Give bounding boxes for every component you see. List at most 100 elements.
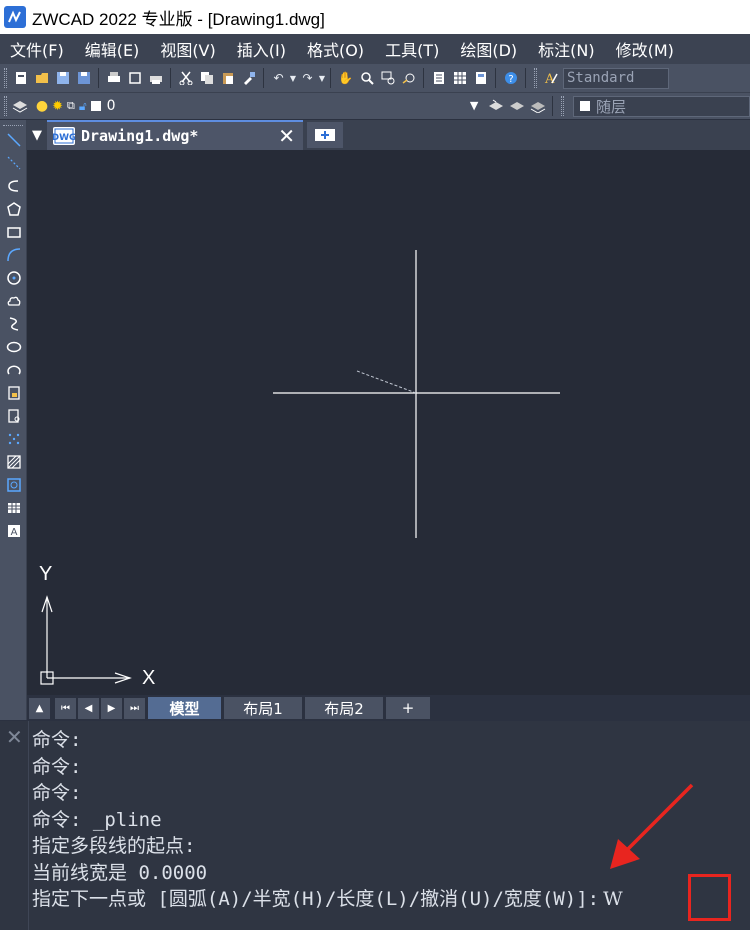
command-prompt-line[interactable]: 指定下一点或 [圆弧(A)/半宽(H)/长度(L)/撤消(U)/宽度(W)]: W <box>32 886 747 913</box>
make-current-layer-icon[interactable] <box>485 96 506 117</box>
next-tab-icon[interactable]: ▶ <box>101 697 122 719</box>
new-tab-button[interactable] <box>307 122 343 148</box>
layer-color-swatch <box>90 101 101 111</box>
help-icon[interactable]: ? <box>500 68 521 89</box>
first-tab-icon[interactable]: ⏮ <box>55 697 76 719</box>
undo-dropdown-icon[interactable]: ▼ <box>289 74 297 83</box>
design-center-icon[interactable] <box>449 68 470 89</box>
viewport-freeze-icon[interactable]: ⧉ <box>67 99 75 113</box>
text-style-icon[interactable]: A <box>540 68 561 89</box>
hatch-tool-icon[interactable] <box>0 450 27 473</box>
crosshair-cursor <box>273 250 560 538</box>
svg-text:A: A <box>544 72 555 85</box>
menu-tools[interactable]: 工具(T) <box>375 37 450 61</box>
document-tab-strip: ▼ DWG Drawing1.dwg* ✕ <box>27 120 750 150</box>
line-tool-icon[interactable] <box>0 128 27 151</box>
toolbar-grip[interactable] <box>4 68 7 88</box>
add-layout-button[interactable]: + <box>386 697 430 719</box>
menu-modify[interactable]: 修改(M) <box>606 37 685 61</box>
open-folder-icon[interactable] <box>31 68 52 89</box>
table-tool-icon[interactable] <box>0 496 27 519</box>
close-command-window-icon[interactable]: ✕ <box>6 727 23 747</box>
menu-dimension[interactable]: 标注(N) <box>528 37 605 61</box>
polygon-tool-icon[interactable] <box>0 197 27 220</box>
zwcad-logo-icon <box>4 6 26 28</box>
toolbar-grip[interactable] <box>4 96 7 116</box>
tab-model[interactable]: 模型 <box>148 697 221 719</box>
mtext-tool-icon[interactable]: A <box>0 519 27 542</box>
properties-icon[interactable] <box>428 68 449 89</box>
pan-hand-icon[interactable]: ✋ <box>335 68 356 89</box>
layer-dropdown-icon[interactable]: ▼ <box>470 99 478 112</box>
toolbar-grip[interactable] <box>560 96 564 116</box>
annotation-arrow-icon <box>610 783 694 869</box>
match-properties-icon[interactable] <box>238 68 259 89</box>
toolbar-grip[interactable] <box>3 120 23 126</box>
layers-toolbar: ● ✹ ⧉ 🔓︎ 0 ▼ 随层 <box>0 92 750 119</box>
make-block-icon[interactable] <box>0 404 27 427</box>
command-line-window: ✕ 命令: 命令: 命令: 命令: _pline 指定多段线的起点: 当前线宽是… <box>0 721 750 930</box>
redo-dropdown-icon[interactable]: ▼ <box>318 74 326 83</box>
layer-manager-icon[interactable] <box>10 96 31 117</box>
command-history-line: 命令: <box>32 729 82 751</box>
menu-draw[interactable]: 绘图(D) <box>450 37 528 61</box>
title-bar: ZWCAD 2022 专业版 - [Drawing1.dwg] <box>0 0 750 34</box>
sun-thaw-icon[interactable]: ✹ <box>52 99 63 114</box>
paste-icon[interactable] <box>217 68 238 89</box>
menu-file[interactable]: 文件(F) <box>0 37 75 61</box>
zoom-realtime-icon[interactable] <box>356 68 377 89</box>
cut-icon[interactable] <box>175 68 196 89</box>
rubber-band-line <box>356 370 417 394</box>
print-preview-icon[interactable] <box>124 68 145 89</box>
spline-tool-icon[interactable] <box>0 312 27 335</box>
save-as-icon[interactable] <box>73 68 94 89</box>
tab-drawing1[interactable]: DWG Drawing1.dwg* ✕ <box>47 120 303 150</box>
circle-tool-icon[interactable] <box>0 266 27 289</box>
menu-insert[interactable]: 插入(I) <box>227 37 297 61</box>
point-tool-icon[interactable] <box>0 427 27 450</box>
polyline-tool-icon[interactable] <box>0 174 27 197</box>
tab-layout1[interactable]: 布局1 <box>224 697 302 719</box>
arc-tool-icon[interactable] <box>0 243 27 266</box>
redo-icon[interactable]: ↷ <box>297 68 318 89</box>
svg-text:?: ? <box>508 74 513 85</box>
plot-icon[interactable] <box>145 68 166 89</box>
ellipse-tool-icon[interactable] <box>0 335 27 358</box>
menu-edit[interactable]: 编辑(E) <box>75 37 151 61</box>
ellipse-arc-tool-icon[interactable] <box>0 358 27 381</box>
rectangle-tool-icon[interactable] <box>0 220 27 243</box>
ray-tool-icon[interactable] <box>0 151 27 174</box>
collapse-tabs-icon[interactable]: ▲ <box>29 697 50 719</box>
tab-layout2[interactable]: 布局2 <box>305 697 383 719</box>
layer-state-icon[interactable] <box>527 96 548 117</box>
close-tab-icon[interactable]: ✕ <box>278 126 295 146</box>
unlock-icon[interactable]: 🔓︎ <box>79 99 87 114</box>
lightbulb-on-icon[interactable]: ● <box>36 98 48 114</box>
zoom-previous-icon[interactable] <box>398 68 419 89</box>
color-control-combo[interactable]: 随层 <box>572 95 750 117</box>
menu-format[interactable]: 格式(O) <box>297 37 375 61</box>
new-file-icon[interactable] <box>10 68 31 89</box>
print-icon[interactable] <box>103 68 124 89</box>
window-title: ZWCAD 2022 专业版 - [Drawing1.dwg] <box>32 9 325 29</box>
ucs-y-label: Y <box>39 563 53 585</box>
drawing-canvas[interactable]: Y X <box>27 150 750 695</box>
previous-tab-icon[interactable]: ◀ <box>78 697 99 719</box>
revision-cloud-icon[interactable] <box>0 289 27 312</box>
toolbar-grip[interactable] <box>534 68 537 88</box>
text-style-combo[interactable]: Standard <box>563 67 669 89</box>
menu-bar: 文件(F) 编辑(E) 视图(V) 插入(I) 格式(O) 工具(T) 绘图(D… <box>0 34 750 64</box>
undo-icon[interactable]: ↶ <box>268 68 289 89</box>
tool-palettes-icon[interactable] <box>470 68 491 89</box>
zoom-window-icon[interactable] <box>377 68 398 89</box>
layer-combo[interactable]: ● ✹ ⧉ 🔓︎ 0 ▼ <box>32 95 486 117</box>
insert-block-icon[interactable] <box>0 381 27 404</box>
copy-icon[interactable] <box>196 68 217 89</box>
tab-list-dropdown-icon[interactable]: ▼ <box>27 120 47 150</box>
menu-view[interactable]: 视图(V) <box>150 37 226 61</box>
layer-previous-icon[interactable] <box>506 96 527 117</box>
last-tab-icon[interactable]: ⏭ <box>124 697 145 719</box>
region-tool-icon[interactable] <box>0 473 27 496</box>
save-icon[interactable] <box>52 68 73 89</box>
command-input[interactable]: W <box>603 888 623 910</box>
